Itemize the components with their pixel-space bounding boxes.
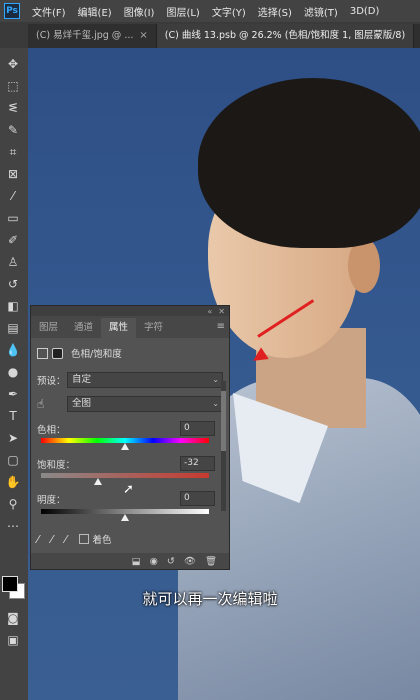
brush-tool-icon[interactable]: ✐ (3, 230, 23, 250)
eraser-tool-icon[interactable]: ◧ (3, 296, 23, 316)
hand-tool-icon[interactable]: ✋ (3, 472, 23, 492)
tab-document-1[interactable]: (C) 易烊千玺.jpg @ ... × (28, 24, 157, 48)
tab-label: (C) 易烊千玺.jpg @ ... (36, 30, 134, 41)
tab-channels[interactable]: 通道 (66, 318, 101, 338)
preset-dropdown[interactable]: 自定 ⌄ (67, 372, 223, 388)
menu-layer[interactable]: 图层(L) (160, 4, 205, 19)
marquee-tool-icon[interactable]: ⬚ (3, 76, 23, 96)
path-select-tool-icon[interactable]: ➤ (3, 428, 23, 448)
panel-header: « ✕ (31, 306, 229, 316)
hue-label: 色相： (37, 425, 66, 436)
menu-bar: Ps 文件(F) 编辑(E) 图像(I) 图层(L) 文字(Y) 选择(S) 滤… (0, 0, 420, 22)
type-tool-icon[interactable]: T (3, 406, 23, 426)
view-previous-icon[interactable]: ◉ (150, 556, 158, 567)
zoom-tool-icon[interactable]: ⚲ (3, 494, 23, 514)
healing-brush-tool-icon[interactable]: ▭ (3, 208, 23, 228)
photo-hair (198, 78, 420, 248)
shape-tool-icon[interactable]: ▢ (3, 450, 23, 470)
adjustment-title: 色相/饱和度 (71, 349, 122, 360)
saturation-slider-track[interactable] (41, 473, 209, 478)
lightness-label: 明度： (37, 495, 66, 506)
tab-properties[interactable]: 属性 (101, 318, 137, 338)
panel-tabs: 图层 通道 属性 字符 ≡ (31, 316, 229, 338)
properties-panel: « ✕ 图层 通道 属性 字符 ≡ 色相/饱和度 预设： 自定 ⌄ ☝ 全图 ⌄… (30, 305, 230, 570)
visibility-eye-icon[interactable]: 👁 (184, 556, 196, 567)
quick-mask-icon[interactable]: ◙ (3, 608, 23, 628)
colorize-checkbox[interactable] (78, 534, 89, 544)
eyedropper-plus-icon[interactable]: ⁄ (51, 533, 53, 546)
screen-mode-icon[interactable]: ▣ (3, 630, 23, 650)
targeted-adjust-hand-icon[interactable]: ☝ (37, 397, 67, 411)
menu-3d[interactable]: 3D(D) (344, 6, 386, 17)
reset-icon[interactable]: ↺ (167, 556, 175, 567)
mouse-cursor-icon: ➚ (123, 482, 134, 497)
panel-bottom-bar: ⬓ ◉ ↺ 👁 🗑 (31, 553, 229, 569)
tab-character[interactable]: 字符 (136, 318, 171, 338)
crop-tool-icon[interactable]: ⌗ (3, 142, 23, 162)
blur-tool-icon[interactable]: 💧 (3, 340, 23, 360)
range-value: 全图 (72, 398, 92, 409)
range-row: ☝ 全图 ⌄ (37, 396, 223, 412)
tab-layers[interactable]: 图层 (31, 318, 66, 338)
tab-document-2[interactable]: (C) 曲线 13.psb @ 26.2% (色相/饱和度 1, 图层蒙版/8) (156, 24, 415, 48)
eyedropper-minus-icon[interactable]: ⁄ (65, 533, 67, 546)
panel-menu-icon[interactable]: ≡ (217, 321, 225, 332)
clone-stamp-tool-icon[interactable]: ♙ (3, 252, 23, 272)
eyedropper-row: ⁄ ⁄ ⁄ 着色 (37, 532, 223, 547)
hue-input[interactable]: 0 (180, 421, 215, 436)
history-brush-tool-icon[interactable]: ↺ (3, 274, 23, 294)
menu-type[interactable]: 文字(Y) (206, 4, 252, 19)
adjustment-title-row: 色相/饱和度 (37, 346, 223, 360)
document-tab-bar: (C) 易烊千玺.jpg @ ... × (C) 曲线 13.psb @ 26.… (28, 24, 420, 48)
adjustment-layer-icon (37, 347, 48, 359)
eyedropper-tool-icon[interactable]: ⁄ (3, 186, 23, 206)
saturation-input[interactable]: -32 (180, 456, 215, 471)
menu-file[interactable]: 文件(F) (26, 4, 72, 19)
lightness-input[interactable]: 0 (180, 491, 215, 506)
mask-icon[interactable] (52, 347, 63, 359)
trash-icon[interactable]: 🗑 (205, 556, 217, 567)
chevron-down-icon: ⌄ (212, 375, 219, 384)
range-dropdown[interactable]: 全图 ⌄ (67, 396, 223, 412)
preset-label: 预设： (37, 376, 66, 387)
preset-value: 自定 (72, 374, 92, 385)
panel-scrollbar[interactable] (221, 381, 226, 511)
hue-slider-handle[interactable] (121, 443, 129, 450)
close-icon[interactable]: × (139, 24, 147, 48)
colorize-label: 着色 (92, 535, 112, 546)
chevron-down-icon: ⌄ (212, 399, 219, 408)
saturation-slider-handle[interactable] (94, 478, 103, 485)
photoshop-logo-icon: Ps (4, 3, 20, 19)
saturation-label: 饱和度： (37, 460, 76, 471)
preset-row: 预设： 自定 ⌄ (37, 372, 223, 388)
pen-tool-icon[interactable]: ✒ (3, 384, 23, 404)
menu-select[interactable]: 选择(S) (252, 4, 298, 19)
move-tool-icon[interactable]: ✥ (3, 54, 23, 74)
eyedropper-icon[interactable]: ⁄ (37, 533, 39, 546)
clip-to-layer-icon[interactable]: ⬓ (132, 556, 141, 567)
frame-tool-icon[interactable]: ⊠ (3, 164, 23, 184)
gradient-tool-icon[interactable]: ▤ (3, 318, 23, 338)
tab-label: (C) 曲线 13.psb @ 26.2% (色相/饱和度 1, 图层蒙版/8) (164, 30, 406, 41)
video-subtitle: 就可以再一次编辑啦 (142, 590, 278, 608)
dodge-tool-icon[interactable]: ● (3, 362, 23, 382)
collapse-icon[interactable]: « (207, 307, 212, 316)
menu-image[interactable]: 图像(I) (118, 4, 161, 19)
scrollbar-thumb[interactable] (221, 391, 226, 451)
menu-filter[interactable]: 滤镜(T) (298, 4, 344, 19)
lasso-tool-icon[interactable]: ᓬ (3, 98, 23, 118)
quick-select-tool-icon[interactable]: ✎ (3, 120, 23, 140)
more-tools-icon[interactable]: ⋯ (3, 516, 23, 536)
close-panel-icon[interactable]: ✕ (218, 307, 225, 316)
menu-edit[interactable]: 编辑(E) (72, 4, 118, 19)
lightness-slider-handle[interactable] (121, 514, 129, 521)
